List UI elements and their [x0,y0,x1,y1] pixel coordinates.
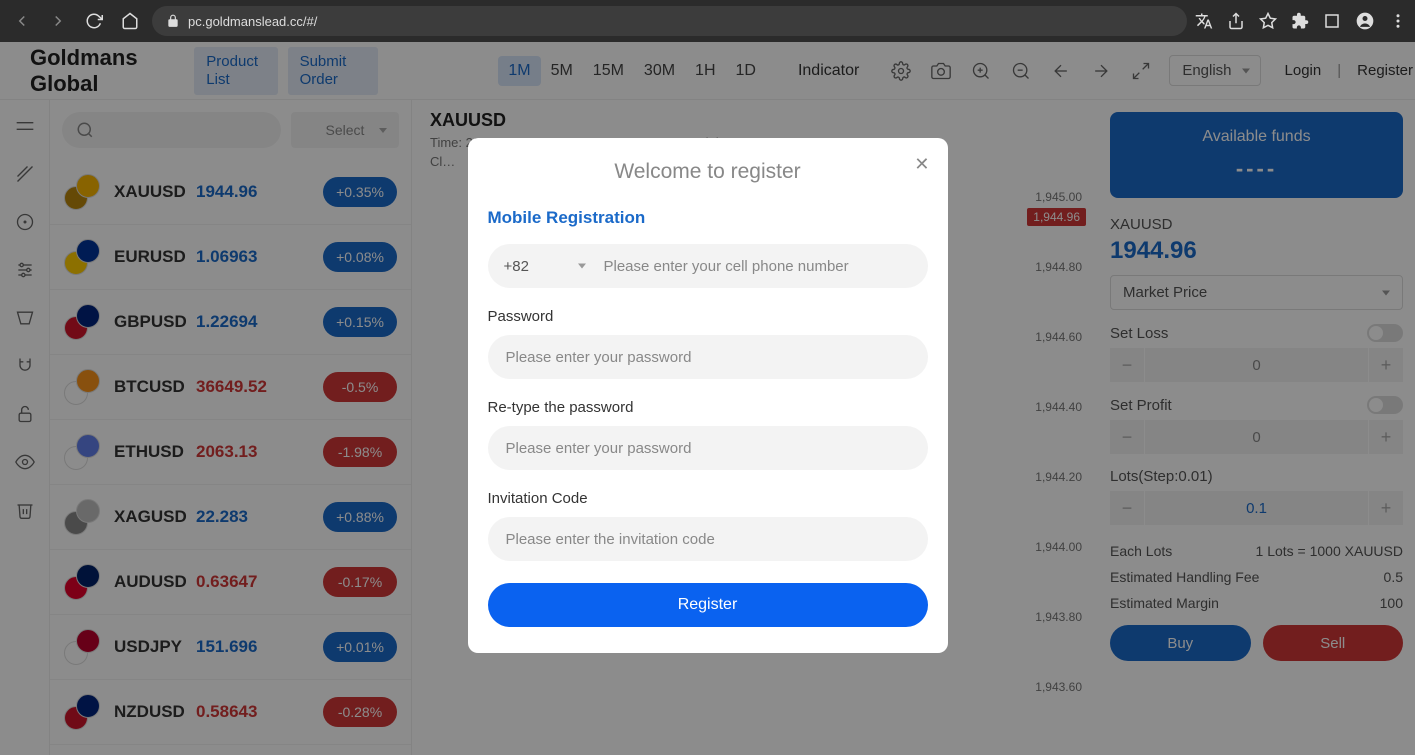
retype-label: Re-type the password [488,399,928,416]
translate-icon[interactable] [1195,12,1213,30]
password-input[interactable] [488,335,928,379]
url-text: pc.goldmanslead.cc/#/ [188,14,317,29]
modal-overlay[interactable]: ✕ Welcome to register Mobile Registratio… [0,42,1415,755]
profile-icon[interactable] [1355,11,1375,31]
register-submit-button[interactable]: Register [488,583,928,627]
invitation-code-input[interactable] [488,517,928,561]
invite-label: Invitation Code [488,490,928,507]
modal-title: Welcome to register [488,160,928,184]
password-label: Password [488,308,928,325]
extensions-icon[interactable] [1291,12,1309,30]
star-icon[interactable] [1259,12,1277,30]
back-button[interactable] [8,7,36,35]
reload-button[interactable] [80,7,108,35]
retype-password-input[interactable] [488,426,928,470]
modal-subtitle: Mobile Registration [488,208,928,228]
browser-chrome: pc.goldmanslead.cc/#/ [0,0,1415,42]
country-code-select[interactable]: +82 [504,258,604,275]
phone-input[interactable] [604,244,912,288]
tab-icon[interactable] [1323,12,1341,30]
register-modal: ✕ Welcome to register Mobile Registratio… [468,138,948,653]
lock-icon [166,14,180,28]
home-button[interactable] [116,7,144,35]
share-icon[interactable] [1227,12,1245,30]
modal-close-button[interactable]: ✕ [914,154,929,175]
url-bar[interactable]: pc.goldmanslead.cc/#/ [152,6,1187,36]
forward-button[interactable] [44,7,72,35]
menu-icon[interactable] [1389,12,1407,30]
